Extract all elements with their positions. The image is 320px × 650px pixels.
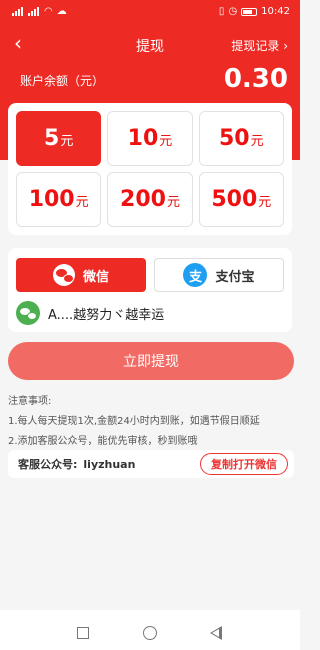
amount-option-200[interactable]: 200 元 (107, 172, 193, 227)
battery-icon (241, 7, 258, 16)
service-handle: liyzhuan (83, 457, 136, 471)
amount-unit: 元 (258, 195, 272, 210)
amount-card: 5元 10 元 50 元 100 元 200 元 500 元 (8, 103, 292, 235)
amount-option-500[interactable]: 500 元 (198, 172, 284, 227)
tab-alipay-label: 支付宝 (215, 269, 255, 285)
amount-option-50[interactable]: 50 元 (198, 111, 284, 166)
back-icon[interactable] (210, 626, 222, 640)
amount-value: 50 (219, 126, 250, 151)
account-name: A....越努力ヾ越幸运 (48, 307, 165, 323)
withdraw-records-link[interactable]: 提现记录 › (231, 37, 288, 54)
balance-label: 账户余额（元） (20, 74, 105, 88)
tab-wechat[interactable]: 微信 (16, 258, 146, 292)
amount-unit: 元 (166, 195, 180, 210)
chevron-right-icon: › (283, 39, 288, 53)
wifi-icon: ◠ (44, 6, 53, 17)
recent-apps-icon[interactable] (77, 627, 89, 639)
alarm-icon: ◷ (228, 6, 238, 17)
notes-title: 注意事项: (8, 396, 52, 407)
amount-unit: 元 (60, 134, 74, 149)
tab-alipay[interactable]: 支 支付宝 (154, 258, 284, 292)
amount-unit: 元 (75, 195, 89, 210)
tab-wechat-label: 微信 (82, 269, 109, 285)
amount-option-5[interactable]: 5元 (16, 111, 102, 166)
bound-account: A....越努力ヾ越幸运 (16, 300, 284, 326)
payment-card: 微信 支 支付宝 A....越努力ヾ越幸运 (8, 248, 292, 332)
system-nav-bar (0, 610, 300, 650)
service-account-row: 客服公众号: liyzhuan 复制打开微信 (8, 450, 294, 478)
wechat-icon (52, 264, 75, 286)
copy-open-wechat-button[interactable]: 复制打开微信 (200, 453, 288, 475)
amount-value: 200 (120, 187, 166, 212)
amount-value: 10 (127, 126, 159, 151)
alipay-icon: 支 (183, 263, 208, 287)
note-item: 1.每人每天提现1次,金额24小时内到账，如遇节假日顺延 (8, 416, 260, 427)
service-label: 客服公众号: (18, 458, 78, 471)
notes-section: 注意事项: 1.每人每天提现1次,金额24小时内到账，如遇节假日顺延 2.添加客… (8, 392, 294, 452)
home-icon[interactable] (143, 626, 157, 640)
balance-value: 0.30 (223, 64, 288, 94)
amount-option-10[interactable]: 10 元 (107, 111, 193, 166)
signal-icon (12, 7, 24, 16)
amount-value: 100 (28, 187, 75, 212)
withdraw-records-label: 提现记录 (231, 39, 280, 53)
amount-value: 5 (44, 126, 60, 151)
cloud-icon: ☁ (56, 6, 67, 17)
wechat-icon (16, 301, 40, 325)
clock: 10:42 (261, 6, 290, 17)
status-bar: ◠ ☁ ▯ ◷ 10:42 (0, 0, 300, 24)
note-item: 2.添加客服公众号，能优先审核，秒到账哦 (8, 436, 198, 447)
signal-icon (28, 7, 40, 16)
amount-unit: 元 (250, 134, 264, 149)
amount-unit: 元 (159, 134, 173, 149)
amount-value: 500 (211, 187, 258, 212)
withdraw-button[interactable]: 立即提现 (8, 342, 294, 380)
vibrate-icon: ▯ (218, 6, 225, 17)
nav-bar: ‹ 提现 提现记录 › (0, 30, 300, 60)
amount-option-100[interactable]: 100 元 (16, 172, 102, 227)
